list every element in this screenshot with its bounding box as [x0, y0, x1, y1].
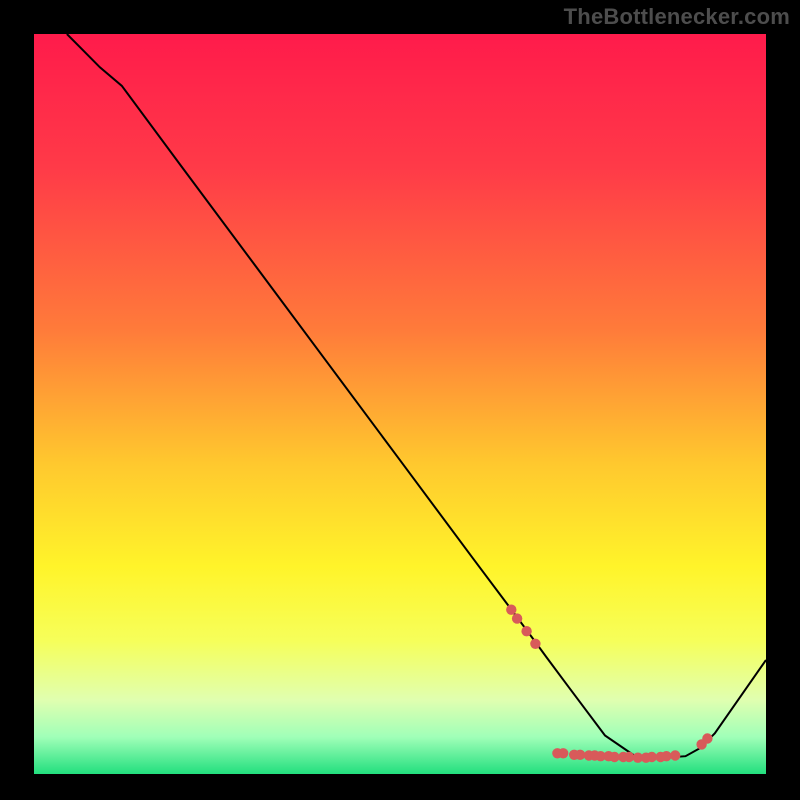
curve-marker [575, 750, 585, 760]
curve-marker [530, 639, 540, 649]
curve-marker [624, 752, 634, 762]
chart-svg [34, 34, 766, 774]
curve-marker [558, 748, 568, 758]
plot-area [34, 34, 766, 774]
curve-marker [506, 605, 516, 615]
curve-marker [661, 751, 671, 761]
curve-marker [670, 750, 680, 760]
curve-marker [702, 733, 712, 743]
curve-marker [521, 626, 531, 636]
attribution-text: TheBottlenecker.com [564, 4, 790, 30]
gradient-background [34, 34, 766, 774]
curve-marker [512, 613, 522, 623]
chart-container: TheBottlenecker.com [0, 0, 800, 800]
